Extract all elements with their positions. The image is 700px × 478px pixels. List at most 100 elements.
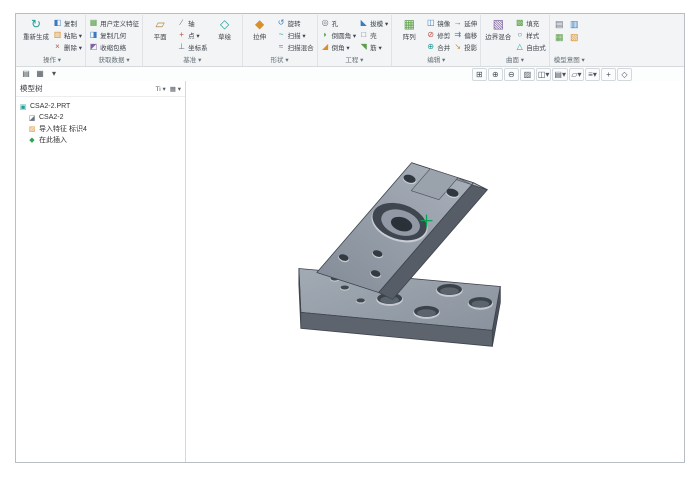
- annotation-display-button[interactable]: ≡▾: [585, 68, 600, 81]
- fill-icon: ▩: [515, 18, 524, 28]
- swept-blend-button[interactable]: ≈扫描混合: [277, 41, 314, 52]
- shell-button[interactable]: □壳: [359, 29, 388, 40]
- paste-button[interactable]: ▥粘贴 ▾: [53, 29, 82, 40]
- ribbon-group-shapes: ◆ 拉伸 ↺旋转 ~扫描 ▾ ≈扫描混合 形状 ▾: [243, 15, 318, 66]
- repaint-button[interactable]: ▨: [520, 68, 535, 81]
- regenerate-icon: ↻: [31, 17, 41, 31]
- delete-button[interactable]: ×删除 ▾: [53, 41, 82, 52]
- ribbon-group-operations: ↻ 重新生成 ◧复制 ▥粘贴 ▾ ×删除 ▾ 操作 ▾: [19, 15, 86, 66]
- 3d-model-bracket[interactable]: [186, 81, 684, 462]
- ribbon-group-engineering: ◎孔 ◗倒圆角 ▾ ◢倒角 ▾ ◣拔模 ▾ □壳 ◥筋 ▾ 工程 ▾: [318, 15, 393, 66]
- draft-icon: ◣: [359, 18, 368, 28]
- folder-browser-button[interactable]: ▦: [34, 68, 46, 80]
- pattern-button[interactable]: ▦ 阵列: [395, 15, 423, 41]
- project-button[interactable]: ↘投影: [453, 41, 477, 52]
- spin-center-button[interactable]: +: [601, 68, 616, 81]
- extend-icon: →: [453, 18, 462, 28]
- graphics-toolbar: ⊞ ⊕ ⊖ ▨ ◫▾ ▤▾ ▱▾ ≡▾ + ◇: [472, 68, 632, 81]
- tree-item-root[interactable]: ▣ CSA2-2.PRT: [19, 101, 182, 112]
- perspective-button[interactable]: ◇: [617, 68, 632, 81]
- coordinate-system-button[interactable]: ⊥坐标系: [177, 41, 208, 52]
- copy-geometry-button[interactable]: ◨复制几何: [89, 29, 139, 40]
- style-button[interactable]: ○样式: [515, 29, 546, 40]
- trim-button[interactable]: ⊘修剪: [426, 29, 450, 40]
- project-icon: ↘: [453, 42, 462, 52]
- tree-item-body[interactable]: ◪ CSA2-2: [19, 112, 182, 123]
- subbar: ▤ ▦ ▾ ⊞ ⊕ ⊖ ▨ ◫▾ ▤▾ ▱▾ ≡▾ + ◇: [16, 67, 684, 81]
- round-icon: ◗: [321, 30, 330, 40]
- swept-blend-icon: ≈: [277, 42, 286, 52]
- coordinate-system-icon: ⊥: [177, 42, 186, 52]
- tree-filter-button[interactable]: Ti ▾: [156, 85, 166, 93]
- body-icon: ◪: [28, 114, 36, 122]
- mirror-icon: ◫: [426, 18, 435, 28]
- sketch-button[interactable]: ◇ 草绘: [211, 15, 239, 41]
- shell-icon: □: [359, 30, 368, 40]
- model-tree-title: 模型树: [20, 83, 43, 94]
- regenerate-label: 重新生成: [23, 31, 49, 41]
- family-table-icon[interactable]: ▥: [568, 19, 581, 30]
- datum-plane-button[interactable]: ▱ 平面: [146, 15, 174, 41]
- ribbon-group-model-intent: ▤ ▥ ▦ ▧ 模型意图 ▾: [550, 15, 589, 66]
- mirror-button[interactable]: ◫镜像: [426, 17, 450, 28]
- insert-here-icon: ◆: [28, 136, 36, 144]
- ribbon-group-get-data: ▦用户定义特征 ◨复制几何 ◩收缩包络 获取数据 ▾: [86, 15, 143, 66]
- ribbon-group-label-operations[interactable]: 操作 ▾: [22, 53, 82, 66]
- datum-point-button[interactable]: +点 ▾: [177, 29, 208, 40]
- hole-button[interactable]: ◎孔: [321, 17, 357, 28]
- publish-geometry-icon[interactable]: ▤: [553, 19, 566, 30]
- datum-point-icon: +: [177, 30, 186, 40]
- copy-button[interactable]: ◧复制: [53, 17, 82, 28]
- chamfer-button[interactable]: ◢倒角 ▾: [321, 41, 357, 52]
- ribbon-group-label-model-intent[interactable]: 模型意图 ▾: [553, 53, 586, 66]
- graphics-area[interactable]: [186, 81, 684, 462]
- sweep-icon: ~: [277, 30, 286, 40]
- tree-item-insert-here[interactable]: ◆ 在此插入: [19, 134, 182, 145]
- ribbon-group-label-get-data[interactable]: 获取数据 ▾: [89, 53, 139, 66]
- udf-button[interactable]: ▦用户定义特征: [89, 17, 139, 28]
- zoom-in-button[interactable]: ⊕: [488, 68, 503, 81]
- ribbon-group-label-shapes[interactable]: 形状 ▾: [246, 53, 314, 66]
- ribbon-group-label-editing[interactable]: 编辑 ▾: [395, 53, 477, 66]
- offset-icon: ⇉: [453, 30, 462, 40]
- delete-icon: ×: [53, 42, 62, 52]
- import-feature-icon: ▨: [28, 125, 36, 133]
- rib-icon: ◥: [359, 42, 368, 52]
- display-style-button[interactable]: ◫▾: [536, 68, 552, 81]
- extrude-button[interactable]: ◆ 拉伸: [246, 15, 274, 41]
- copy-geometry-icon: ◨: [89, 30, 98, 40]
- tree-settings-button[interactable]: ▦ ▾: [170, 85, 181, 93]
- sweep-button[interactable]: ~扫描 ▾: [277, 29, 314, 40]
- zoom-out-button[interactable]: ⊖: [504, 68, 519, 81]
- offset-button[interactable]: ⇉偏移: [453, 29, 477, 40]
- navigator-menu-button[interactable]: ▾: [48, 68, 60, 80]
- extend-button[interactable]: →延伸: [453, 17, 477, 28]
- fill-button[interactable]: ▩填充: [515, 17, 546, 28]
- model-tree-panel: 模型树 Ti ▾ ▦ ▾ ▣ CSA2-2.PRT ◪ CSA2-2 ▨ 导入特…: [16, 81, 186, 462]
- ribbon-group-label-surfaces[interactable]: 曲面 ▾: [484, 53, 546, 66]
- freestyle-button[interactable]: △自由式: [515, 41, 546, 52]
- boundary-blend-button[interactable]: ▧ 边界混合: [484, 15, 512, 41]
- sketch-icon: ◇: [220, 17, 229, 31]
- refit-button[interactable]: ⊞: [472, 68, 487, 81]
- saved-orientations-button[interactable]: ▤▾: [552, 68, 568, 81]
- draft-button[interactable]: ◣拔模 ▾: [359, 17, 388, 28]
- ribbon-group-label-engineering[interactable]: 工程 ▾: [321, 53, 389, 66]
- revolve-icon: ↺: [277, 18, 286, 28]
- switch-symbols-icon[interactable]: ▧: [568, 32, 581, 43]
- tree-item-import-feature[interactable]: ▨ 导入特征 标识4: [19, 123, 182, 134]
- parameters-icon[interactable]: ▦: [553, 32, 566, 43]
- shrinkwrap-icon: ◩: [89, 42, 98, 52]
- revolve-button[interactable]: ↺旋转: [277, 17, 314, 28]
- navigator-toggle-button[interactable]: ▤: [20, 68, 32, 80]
- regenerate-button[interactable]: ↻ 重新生成: [22, 15, 50, 41]
- datum-axis-button[interactable]: ∕轴: [177, 17, 208, 28]
- datum-display-button[interactable]: ▱▾: [569, 68, 584, 81]
- ribbon-group-label-datum[interactable]: 基准 ▾: [146, 53, 239, 66]
- merge-button[interactable]: ⊕合并: [426, 41, 450, 52]
- rib-button[interactable]: ◥筋 ▾: [359, 41, 388, 52]
- boundary-blend-icon: ▧: [493, 17, 504, 31]
- shrinkwrap-button[interactable]: ◩收缩包络: [89, 41, 139, 52]
- round-button[interactable]: ◗倒圆角 ▾: [321, 29, 357, 40]
- merge-icon: ⊕: [426, 42, 435, 52]
